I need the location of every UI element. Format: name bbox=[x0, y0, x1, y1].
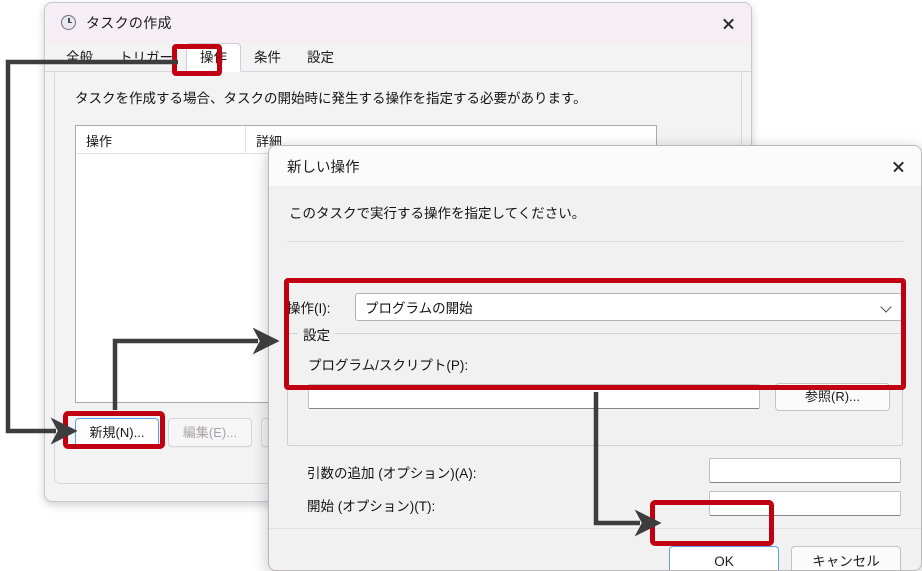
new-action-button-row: OK キャンセル bbox=[669, 546, 901, 570]
arguments-row: 引数の追加 (オプション)(A): bbox=[287, 458, 903, 484]
tab-triggers[interactable]: トリガー bbox=[106, 44, 186, 71]
settings-group-legend: 設定 bbox=[298, 324, 335, 344]
close-icon bbox=[892, 160, 905, 173]
tab-conditions[interactable]: 条件 bbox=[241, 44, 294, 71]
browse-button[interactable]: 参照(R)... bbox=[775, 383, 890, 411]
create-task-title: タスクの作成 bbox=[86, 15, 172, 31]
close-icon bbox=[722, 17, 735, 30]
new-action-title: 新しい操作 bbox=[287, 159, 360, 176]
create-task-close-button[interactable] bbox=[705, 3, 751, 43]
tab-general[interactable]: 全般 bbox=[53, 44, 106, 71]
footer-divider bbox=[269, 528, 921, 529]
action-combobox-value: プログラムの開始 bbox=[365, 301, 473, 316]
start-in-label: 開始 (オプション)(T): bbox=[307, 499, 436, 514]
action-row: 操作(I): プログラムの開始 bbox=[287, 293, 903, 321]
ok-button[interactable]: OK bbox=[669, 546, 779, 570]
create-task-titlebar: タスクの作成 bbox=[45, 3, 751, 43]
start-in-input[interactable] bbox=[709, 491, 901, 516]
tab-settings[interactable]: 設定 bbox=[294, 44, 347, 71]
program-script-input[interactable] bbox=[308, 384, 760, 409]
column-header-action[interactable]: 操作 bbox=[76, 126, 246, 153]
program-script-label: プログラム/スクリプト(P): bbox=[308, 358, 469, 373]
new-action-body: このタスクで実行する操作を指定してください。 操作(I): プログラムの開始 設… bbox=[269, 186, 921, 570]
arguments-input[interactable] bbox=[709, 458, 901, 483]
cancel-button[interactable]: キャンセル bbox=[791, 546, 901, 570]
new-button[interactable]: 新規(N)... bbox=[75, 418, 159, 447]
new-action-instruction: このタスクで実行する操作を指定してください。 bbox=[289, 206, 586, 221]
actions-description: タスクを作成する場合、タスクの開始時に発生する操作を指定する必要があります。 bbox=[75, 91, 587, 106]
settings-group: 設定 プログラム/スクリプト(P): 参照(R)... bbox=[287, 324, 903, 446]
new-action-close-button[interactable] bbox=[875, 146, 921, 186]
arguments-label: 引数の追加 (オプション)(A): bbox=[307, 466, 477, 481]
create-task-tabstrip: 全般 トリガー 操作 条件 設定 bbox=[45, 43, 751, 72]
new-action-window: 新しい操作 このタスクで実行する操作を指定してください。 操作(I): プログラ… bbox=[268, 145, 922, 571]
tab-actions[interactable]: 操作 bbox=[186, 43, 241, 72]
action-label: 操作(I): bbox=[287, 301, 331, 316]
edit-button: 編集(E)... bbox=[168, 418, 252, 447]
divider bbox=[287, 241, 903, 242]
new-action-titlebar: 新しい操作 bbox=[269, 146, 921, 186]
action-combobox[interactable]: プログラムの開始 bbox=[355, 293, 903, 321]
clock-icon bbox=[61, 14, 78, 32]
start-in-row: 開始 (オプション)(T): bbox=[287, 491, 903, 517]
chevron-down-icon bbox=[882, 303, 891, 312]
screenshot-stage: タスクの作成 全般 トリガー 操作 条件 設定 タスクを作成する場合、タスクの開… bbox=[0, 0, 922, 571]
